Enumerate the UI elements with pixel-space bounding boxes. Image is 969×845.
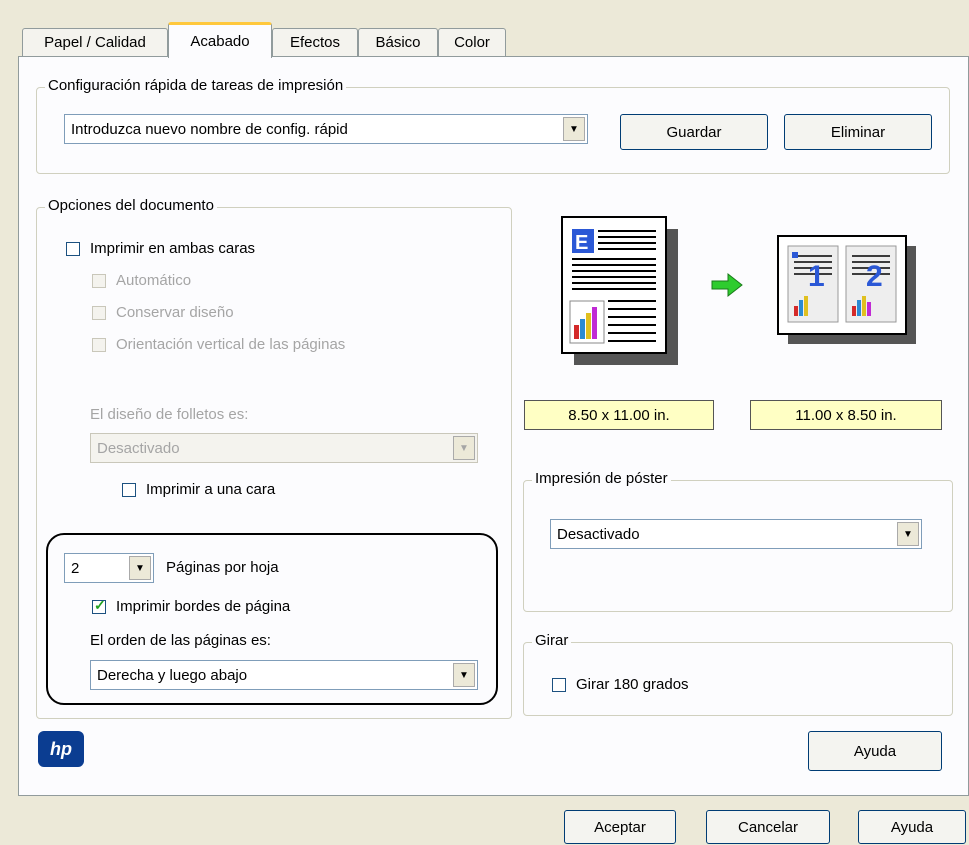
rotate-legend: Girar — [532, 632, 572, 649]
svg-text:1: 1 — [808, 260, 825, 293]
hp-logo-icon: hp — [38, 731, 84, 767]
page-order-combobox[interactable]: Derecha y luego abajo ▼ — [90, 660, 478, 690]
save-button[interactable]: Guardar — [620, 114, 768, 150]
quick-config-name-value: Introduzca nuevo nombre de config. rápid — [71, 120, 348, 138]
print-page-borders-label: Imprimir bordes de página — [116, 598, 291, 615]
ok-button[interactable]: Aceptar — [564, 810, 676, 844]
footer-help-button[interactable]: Ayuda — [858, 810, 966, 844]
automatic-checkbox[interactable]: Automático — [92, 272, 191, 289]
delete-button[interactable]: Eliminar — [784, 114, 932, 150]
booklet-label: El diseño de folletos es: — [90, 406, 249, 423]
cancel-button[interactable]: Cancelar — [706, 810, 830, 844]
print-page-borders-checkbox[interactable]: ✓ Imprimir bordes de página — [92, 596, 291, 615]
rotate-180-label: Girar 180 grados — [576, 676, 689, 693]
booklet-combobox[interactable]: Desactivado ▼ — [90, 433, 478, 463]
arrow-right-icon — [708, 270, 748, 300]
poster-value: Desactivado — [557, 525, 640, 543]
page-order-value: Derecha y luego abajo — [97, 666, 248, 684]
checkbox-box[interactable] — [552, 677, 566, 692]
keep-layout-label: Conservar diseño — [116, 304, 234, 321]
tab-finishing[interactable]: Acabado — [168, 22, 272, 58]
print-both-sides-label: Imprimir en ambas caras — [90, 240, 256, 257]
print-both-sides-checkbox[interactable]: Imprimir en ambas caras — [66, 240, 255, 257]
chevron-down-icon[interactable]: ▼ — [129, 556, 151, 580]
document-options-legend: Opciones del documento — [45, 197, 217, 214]
pages-per-sheet-label: Páginas por hoja — [166, 559, 279, 576]
quick-config-name-combobox[interactable]: Introduzca nuevo nombre de config. rápid… — [64, 114, 588, 144]
chevron-down-icon[interactable]: ▼ — [897, 522, 919, 546]
keep-layout-checkbox[interactable]: Conservar diseño — [92, 304, 234, 321]
checkbox-box[interactable]: ✓ — [92, 596, 106, 614]
portrait-pages-checkbox[interactable]: Orientación vertical de las páginas — [92, 336, 345, 353]
booklet-value: Desactivado — [97, 439, 180, 457]
checkbox-box[interactable] — [92, 273, 106, 288]
target-size-label: 11.00 x 8.50 in. — [750, 400, 942, 430]
help-button[interactable]: Ayuda — [808, 731, 942, 771]
page-order-label: El orden de las páginas es: — [90, 632, 271, 649]
checkbox-box[interactable] — [92, 305, 106, 320]
target-page-preview-icon: 1 2 — [776, 234, 916, 344]
svg-text:2: 2 — [866, 260, 883, 293]
pages-per-sheet-value: 2 — [71, 559, 80, 577]
quick-config-legend: Configuración rápida de tareas de impres… — [45, 77, 347, 94]
tab-effects[interactable]: Efectos — [272, 28, 358, 56]
poster-combobox[interactable]: Desactivado ▼ — [550, 519, 922, 549]
automatic-label: Automático — [116, 272, 192, 289]
tab-basics[interactable]: Básico — [358, 28, 438, 56]
checkbox-box[interactable] — [66, 241, 80, 256]
tab-paper-quality[interactable]: Papel / Calidad — [22, 28, 168, 56]
print-one-side-label: Imprimir a una cara — [146, 481, 276, 498]
chevron-down-icon[interactable]: ▼ — [563, 117, 585, 141]
checkbox-box[interactable] — [92, 337, 106, 352]
source-size-label: 8.50 x 11.00 in. — [524, 400, 714, 430]
rotate-180-checkbox[interactable]: Girar 180 grados — [552, 676, 689, 693]
portrait-pages-label: Orientación vertical de las páginas — [116, 336, 346, 353]
chevron-down-icon[interactable]: ▼ — [453, 436, 475, 460]
checkmark-icon: ✓ — [94, 596, 106, 613]
pages-per-sheet-combobox[interactable]: 2 ▼ — [64, 553, 154, 583]
tab-color[interactable]: Color — [438, 28, 506, 56]
svg-text:E: E — [575, 232, 588, 254]
checkbox-box[interactable] — [122, 482, 136, 497]
poster-legend: Impresión de póster — [532, 470, 671, 487]
source-page-preview-icon: E — [560, 215, 678, 365]
chevron-down-icon[interactable]: ▼ — [453, 663, 475, 687]
print-one-side-checkbox[interactable]: Imprimir a una cara — [122, 481, 275, 498]
